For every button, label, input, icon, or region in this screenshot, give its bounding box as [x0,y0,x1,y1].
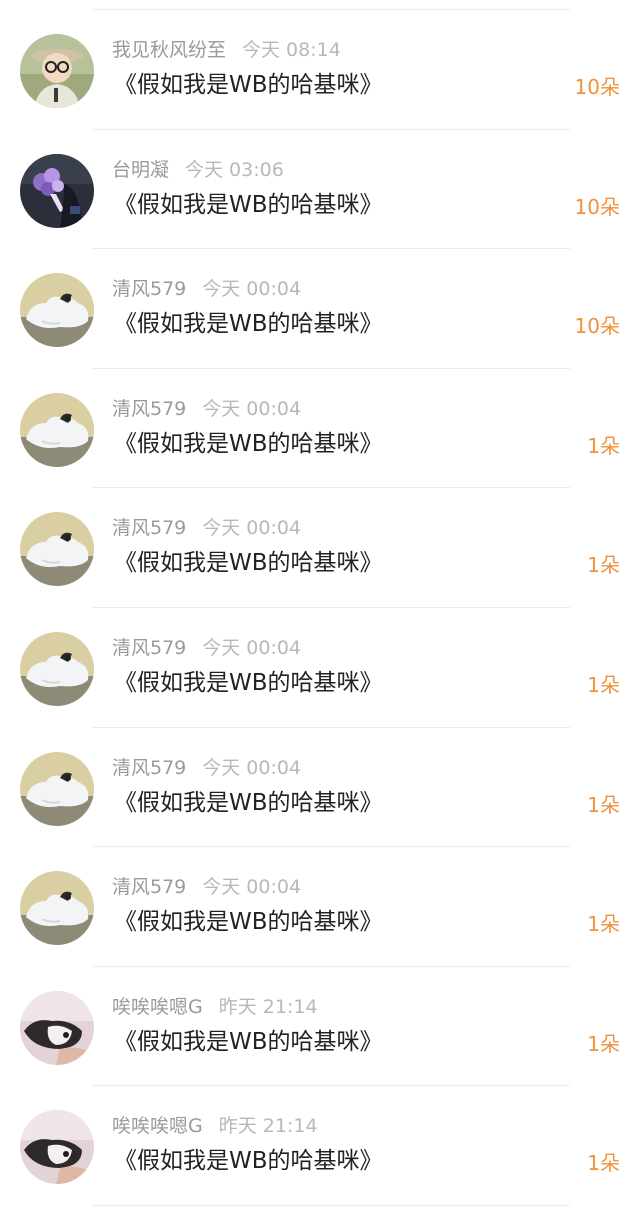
message-text: 《假如我是WB的哈基咪》 [114,1148,383,1175]
message-text: 《假如我是WB的哈基咪》 [114,789,383,816]
message-text: 《假如我是WB的哈基咪》 [114,72,383,98]
boy-glasses-avatar-icon[interactable] [20,34,94,108]
message-text: 《假如我是WB的哈基咪》 [114,550,383,577]
list-item[interactable]: 清风579 今天 00:04 《假如我是WB的哈基咪》 1朵 [0,369,640,489]
list-item[interactable]: 清风579 今天 00:04 《假如我是WB的哈基咪》 1朵 [0,608,640,728]
username-text[interactable]: 唉唉唉嗯G [112,1115,203,1137]
gift-count: 10朵 [574,194,620,219]
gift-count: 1朵 [587,433,620,458]
gift-count: 1朵 [587,1151,620,1176]
gift-count: 1朵 [587,792,620,817]
username[interactable]: 台明凝 今天 03:06 [112,156,284,184]
username-text[interactable]: 清风579 [112,278,186,300]
row-divider [92,1204,570,1206]
timestamp: 今天 08:14 [242,39,341,61]
username-text[interactable]: 台明凝 [112,159,169,181]
list-item[interactable]: 清风579 今天 00:04 《假如我是WB的哈基咪》 1朵 [0,728,640,848]
message-text: 《假如我是WB的哈基咪》 [114,1028,383,1055]
timestamp: 今天 03:06 [185,158,284,181]
list-item[interactable]: 我见秋风纷至 今天 08:14 《假如我是WB的哈基咪》 10朵 [0,10,640,130]
message-text: 《假如我是WB的哈基咪》 [114,669,383,696]
username[interactable]: 清风579 今天 00:04 [112,514,301,542]
message-text: 《假如我是WB的哈基咪》 [114,909,383,936]
white-cat-avatar-icon[interactable] [20,273,94,348]
list-item[interactable]: 清风579 今天 00:04 《假如我是WB的哈基咪》 10朵 [0,249,640,369]
timestamp: 昨天 21:14 [218,995,318,1018]
message-text: 《假如我是WB的哈基咪》 [114,311,383,338]
username[interactable]: 清风579 今天 00:04 [112,873,301,901]
username-text[interactable]: 唉唉唉嗯G [112,996,203,1018]
gift-count: 10朵 [574,75,620,99]
gift-list: 我见秋风纷至 今天 08:14 《假如我是WB的哈基咪》 10朵 台明凝 今天 03… [0,10,640,1206]
list-item[interactable]: 唉唉唉嗯G 昨天 21:14 《假如我是WB的哈基咪》 1朵 [0,967,640,1087]
list-item[interactable]: 台明凝 今天 03:06 《假如我是WB的哈基咪》 10朵 [0,130,640,250]
username[interactable]: 我见秋风纷至 今天 08:14 [112,36,341,64]
username[interactable]: 清风579 今天 00:04 [112,275,301,303]
username[interactable]: 唉唉唉嗯G 昨天 21:14 [112,1112,318,1140]
white-cat-avatar-icon[interactable] [20,751,94,826]
timestamp: 今天 00:04 [202,397,302,420]
gift-count: 1朵 [587,672,620,697]
username[interactable]: 唉唉唉嗯G 昨天 21:14 [112,993,318,1021]
username[interactable]: 清风579 今天 00:04 [112,634,301,662]
gift-count: 1朵 [587,912,620,937]
white-cat-avatar-icon[interactable] [20,392,94,467]
list-item[interactable]: 唉唉唉嗯G 昨天 21:14 《假如我是WB的哈基咪》 1朵 [0,1086,640,1206]
username[interactable]: 清风579 今天 00:04 [112,754,301,782]
timestamp: 昨天 21:14 [218,1115,318,1138]
username-text[interactable]: 我见秋风纷至 [112,39,226,61]
white-cat-avatar-icon[interactable] [20,631,94,706]
timestamp: 今天 00:04 [202,636,302,659]
message-text: 《假如我是WB的哈基咪》 [114,430,383,457]
timestamp: 今天 00:04 [202,278,302,301]
username-text[interactable]: 清风579 [112,757,186,779]
gift-count: 1朵 [587,553,620,578]
list-item[interactable]: 清风579 今天 00:04 《假如我是WB的哈基咪》 1朵 [0,488,640,608]
flower-bouquet-avatar-icon[interactable] [20,153,94,228]
timestamp: 今天 00:04 [202,756,302,779]
message-text: 《假如我是WB的哈基咪》 [114,191,383,218]
gift-count: 10朵 [574,314,620,339]
puppy-avatar-icon[interactable] [20,990,94,1065]
gift-count: 1朵 [587,1031,620,1056]
username-text[interactable]: 清风579 [112,517,186,539]
list-item[interactable]: 清风579 今天 00:04 《假如我是WB的哈基咪》 1朵 [0,847,640,967]
timestamp: 今天 00:04 [202,876,302,899]
puppy-avatar-icon[interactable] [20,1110,94,1185]
username[interactable]: 清风579 今天 00:04 [112,395,301,423]
white-cat-avatar-icon[interactable] [20,512,94,587]
username-text[interactable]: 清风579 [112,637,186,659]
timestamp: 今天 00:04 [202,517,302,540]
username-text[interactable]: 清风579 [112,398,186,420]
white-cat-avatar-icon[interactable] [20,871,94,946]
username-text[interactable]: 清风579 [112,876,186,898]
